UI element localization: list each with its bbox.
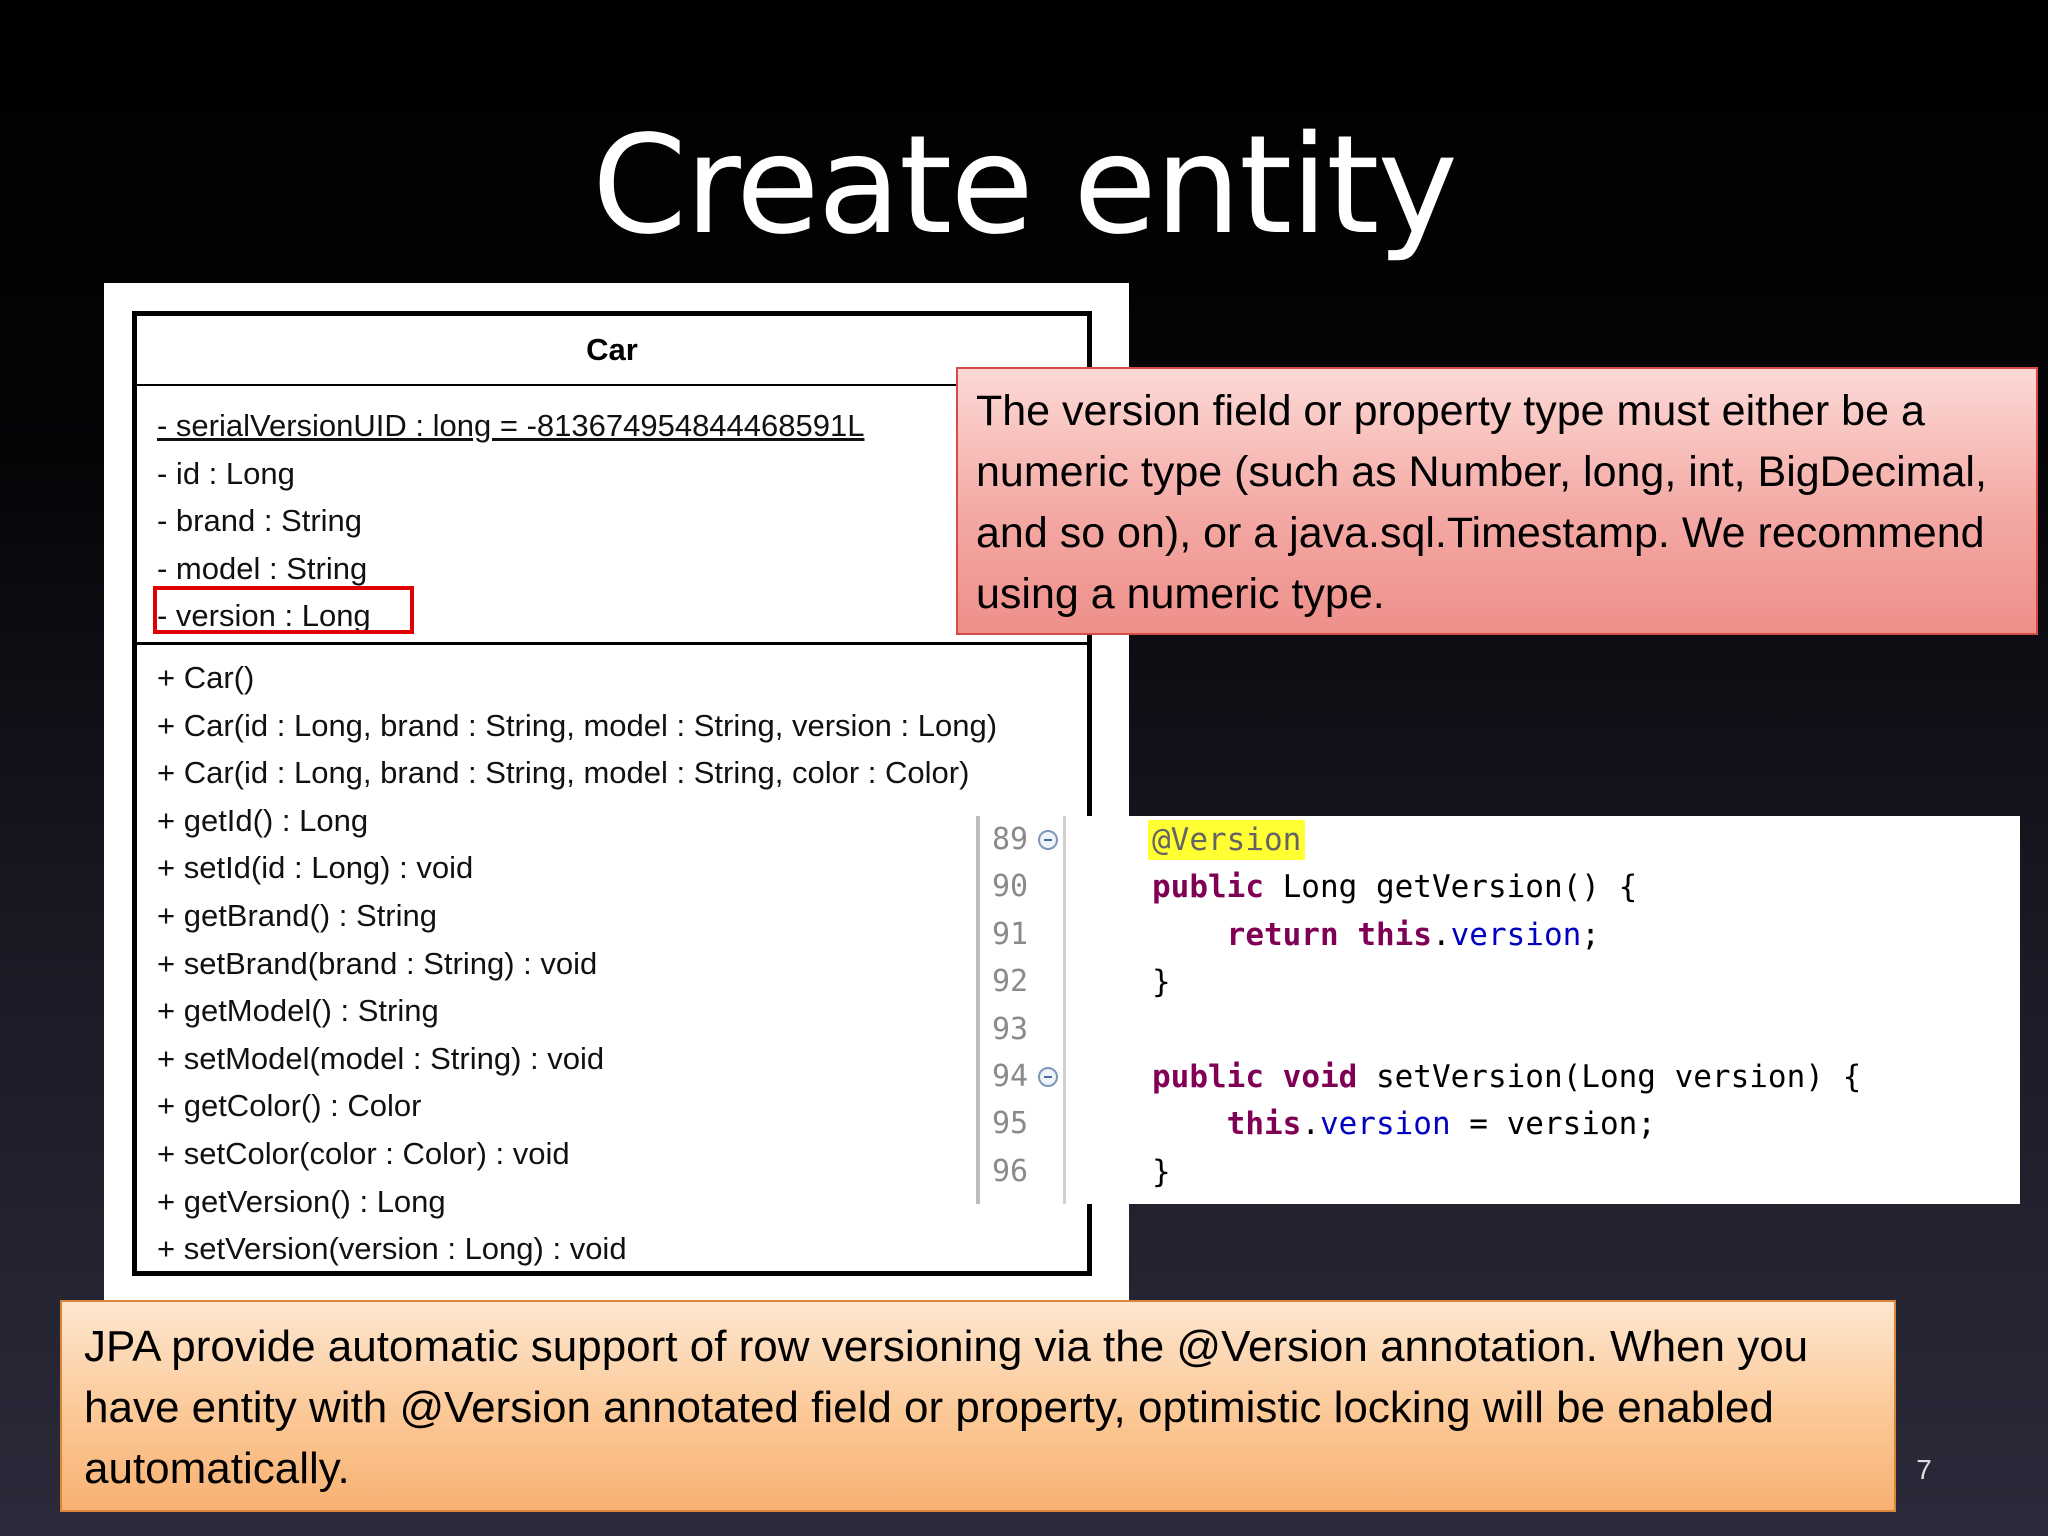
code-text: this.version = version; (1152, 1106, 1656, 1142)
uml-attribute: - model : String (157, 550, 368, 586)
keyword: this (1357, 916, 1432, 953)
uml-method: + getVersion() : Long (157, 1183, 446, 1219)
jpa-versioning-callout: JPA provide automatic support of row ver… (60, 1300, 1896, 1512)
uml-method: + setId(id : Long) : void (157, 850, 474, 886)
uml-method: + setColor(color : Color) : void (157, 1135, 570, 1171)
uml-method: + setVersion(version : Long) : void (157, 1231, 627, 1267)
version-highlight-box (153, 586, 414, 634)
uml-method: + getModel() : String (157, 993, 439, 1029)
line-number: 90 (992, 869, 1029, 905)
version-annotation: @Version (1148, 820, 1306, 860)
code-line: 96 } (976, 1148, 2020, 1195)
code-token: ; (1581, 916, 1600, 953)
slide-title: Create entity (592, 107, 1458, 265)
code-line: 94 public void setVersion(Long version) … (976, 1053, 2020, 1100)
version-type-callout: The version field or property type must … (956, 367, 2038, 635)
uml-attributes: - serialVersionUID : long = -81367495484… (137, 386, 1087, 645)
uml-method: + setModel(model : String) : void (157, 1040, 605, 1076)
keyword: public (1152, 1059, 1264, 1095)
fold-collapse-icon[interactable] (1038, 1067, 1058, 1087)
code-text: @Version (1148, 820, 1306, 860)
code-token: Long getVersion() { (1263, 869, 1638, 906)
slide-page-number: 7 (1916, 1454, 1932, 1485)
code-text: public Long getVersion() { (1152, 869, 1637, 905)
uml-method: + Car() (157, 660, 255, 695)
line-number: 91 (992, 916, 1029, 952)
uml-attribute: - serialVersionUID : long = -81367495484… (137, 402, 1087, 450)
line-number: 93 (992, 1011, 1029, 1047)
uml-methods: + Car() + Car(id : Long, brand : String,… (137, 645, 1087, 1273)
keyword: this (1226, 1106, 1302, 1143)
code-text: return this.version; (1152, 917, 1600, 953)
line-number: 96 (992, 1153, 1029, 1189)
keyword: return (1226, 916, 1339, 953)
code-text: } (1152, 964, 1171, 1001)
field-reference: version (1319, 1106, 1451, 1143)
code-token: . (1431, 916, 1451, 953)
field-reference: version (1450, 916, 1582, 953)
line-number: 89 (992, 822, 1029, 857)
code-token: . (1301, 1106, 1320, 1143)
keyword: void (1282, 1059, 1358, 1095)
uml-class-box: Car - serialVersionUID : long = -8136749… (132, 311, 1092, 1276)
uml-method: + Car(id : Long, brand : String, model :… (157, 707, 998, 743)
line-number: 95 (992, 1106, 1029, 1142)
uml-method: + getColor() : Color (157, 1088, 422, 1124)
code-snippet: 89 @Version 90 public Long getVersion() … (976, 816, 2020, 1204)
line-number: 94 (992, 1059, 1029, 1094)
code-text: } (1152, 1153, 1171, 1190)
keyword: public (1152, 869, 1264, 906)
fold-collapse-icon[interactable] (1038, 830, 1058, 850)
code-line: 91 return this.version; (976, 911, 2020, 958)
uml-attribute: - brand : String (157, 503, 363, 538)
line-number: 92 (992, 964, 1029, 1000)
code-line: 93 (976, 1006, 2020, 1053)
uml-class-name: Car (137, 316, 1087, 386)
code-line: 95 this.version = version; (976, 1100, 2020, 1147)
uml-method: + getBrand() : String (157, 897, 437, 933)
uml-method: + setBrand(brand : String) : void (157, 945, 598, 981)
uml-attribute: - id : Long (157, 455, 295, 491)
uml-attribute-text: - serialVersionUID : long = -81367495484… (157, 408, 865, 443)
code-line: 92 } (976, 958, 2020, 1005)
code-line: 90 public Long getVersion() { (976, 863, 2020, 910)
code-token: setVersion(Long version) { (1357, 1059, 1862, 1095)
code-line: 89 @Version (976, 816, 2020, 863)
uml-method: + getId() : Long (157, 802, 369, 838)
code-text: public void setVersion(Long version) { (1152, 1059, 1861, 1095)
uml-method: + Car(id : Long, brand : String, model :… (157, 755, 970, 791)
code-token: = version; (1450, 1106, 1656, 1143)
